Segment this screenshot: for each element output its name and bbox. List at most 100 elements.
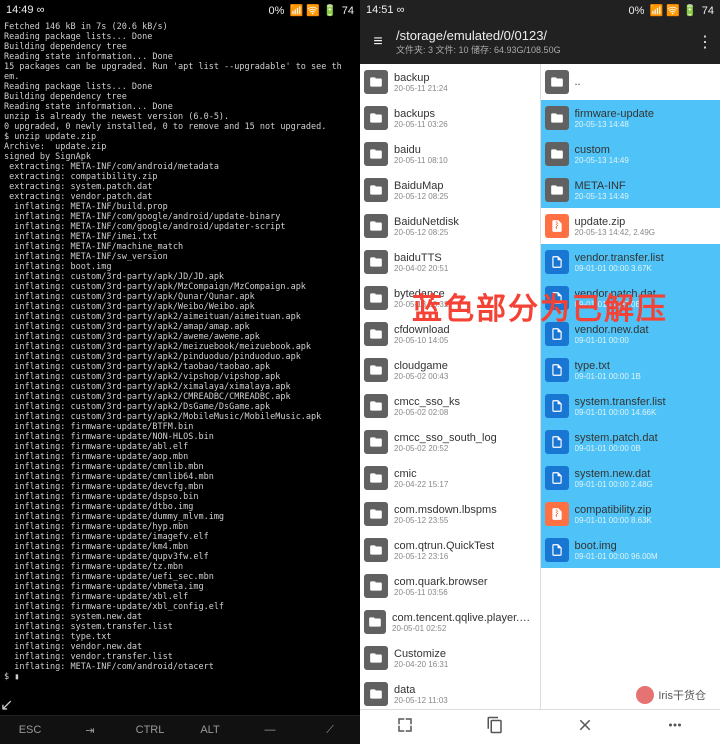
list-item[interactable]: com.tencent.qqlive.player.meizu20-05-01 …	[360, 604, 540, 640]
list-item[interactable]: system.transfer.list09-01-01 00:00 14.66…	[541, 388, 720, 424]
item-meta: 09-01-01 00:00	[575, 336, 649, 345]
item-meta: 20-05-13 14:49	[575, 192, 629, 201]
file-list-left[interactable]: backup20-05-11 21:24backups20-05-11 03:2…	[360, 64, 541, 709]
hamburger-icon[interactable]: ≡	[366, 33, 390, 51]
status-time: 14:49	[6, 4, 34, 16]
folder-icon	[545, 178, 569, 202]
item-meta: 20-05-12 23:55	[394, 516, 497, 525]
list-item[interactable]: baidu20-05-11 08:10	[360, 136, 540, 172]
list-item[interactable]: system.new.dat09-01-01 00:00 2.48G	[541, 460, 720, 496]
key-slash[interactable]: ⟋	[300, 724, 360, 737]
extra-keys-bar: ESC ⇥ CTRL ALT — ⟋	[0, 715, 360, 744]
list-item[interactable]: cmcc_sso_ks20-05-02 02:08	[360, 388, 540, 424]
list-item[interactable]: vendor.new.dat09-01-01 00:00	[541, 316, 720, 352]
list-item[interactable]: ..	[541, 64, 720, 100]
folder-icon	[364, 394, 388, 418]
item-name: system.transfer.list	[575, 396, 666, 408]
item-name: backups	[394, 108, 448, 120]
key-alt[interactable]: ALT	[180, 724, 240, 736]
key-ctrl[interactable]: CTRL	[120, 724, 180, 736]
list-item[interactable]: data20-05-12 11:03	[360, 676, 540, 709]
list-item[interactable]: system.patch.dat09-01-01 00:00 0B	[541, 424, 720, 460]
list-item[interactable]: com.qtrun.QuickTest20-05-12 23:16	[360, 532, 540, 568]
key-esc[interactable]: ESC	[0, 724, 60, 736]
list-item[interactable]: boot.img09-01-01 00:00 96.00M	[541, 532, 720, 568]
overflow-icon[interactable]: ⋮	[696, 32, 714, 52]
item-meta: 20-05-02 20:52	[394, 444, 497, 453]
folder-icon	[364, 502, 388, 526]
terminal-screen: 14:49 ∞ 0% 📶 🛜 🔋 74 Fetched 146 kB in 7s…	[0, 0, 360, 744]
item-name: baidu	[394, 144, 448, 156]
item-name: ..	[575, 76, 581, 88]
status-time: 14:51	[366, 4, 394, 16]
item-name: firmware-update	[575, 108, 654, 120]
item-name: backup	[394, 72, 448, 84]
list-item[interactable]: vendor.transfer.list09-01-01 00:00 3.67K	[541, 244, 720, 280]
item-meta: 09-01-01 00:00 1B	[575, 372, 641, 381]
item-meta: 20-05-13 14:42, 2.49G	[575, 228, 656, 237]
list-item[interactable]: cfdownload20-05-10 14:05	[360, 316, 540, 352]
list-item[interactable]: META-INF20-05-13 14:49	[541, 172, 720, 208]
more-icon[interactable]	[666, 716, 684, 739]
terminal-output[interactable]: Fetched 146 kB in 7s (20.6 kB/s) Reading…	[0, 20, 360, 695]
list-item[interactable]: vendor.patch.dat09-01-01 00:00 0B	[541, 280, 720, 316]
annotation-arrow: ↙	[0, 695, 360, 715]
item-meta: 20-05-10 14:05	[394, 336, 450, 345]
file-manager-screen: 14:51 ∞ 0% 📶 🛜 🔋 74 ≡ /storage/emulated/…	[360, 0, 720, 744]
item-meta: 20-05-13 03:32	[394, 300, 448, 309]
item-name: type.txt	[575, 360, 641, 372]
list-item[interactable]: Customize20-04-20 16:31	[360, 640, 540, 676]
list-item[interactable]: cmic20-04-22 15:17	[360, 460, 540, 496]
list-item[interactable]: backup20-05-11 21:24	[360, 64, 540, 100]
list-item[interactable]: BaiduNetdisk20-05-12 08:25	[360, 208, 540, 244]
folder-icon	[545, 106, 569, 130]
folder-icon	[364, 538, 388, 562]
current-path[interactable]: /storage/emulated/0/0123/	[396, 28, 696, 43]
list-item[interactable]: cloudgame20-05-02 00:43	[360, 352, 540, 388]
status-bar-left: 14:49 ∞ 0% 📶 🛜 🔋 74	[0, 0, 360, 20]
battery-pct: 74	[342, 5, 354, 17]
status-bar-right: 14:51 ∞ 0% 📶 🛜 🔋 74	[360, 0, 720, 20]
list-item[interactable]: com.msdown.lbspms20-05-12 23:55	[360, 496, 540, 532]
delete-icon[interactable]	[576, 716, 594, 739]
bottom-toolbar	[360, 709, 720, 744]
list-item[interactable]: backups20-05-11 03:26	[360, 100, 540, 136]
item-meta: 09-01-01 00:00 0B	[575, 444, 658, 453]
list-item[interactable]: compatibility.zip09-01-01 00:00 8.63K	[541, 496, 720, 532]
folder-icon	[364, 682, 388, 706]
item-meta: 09-01-01 00:00 8.63K	[575, 516, 652, 525]
copy-icon[interactable]	[486, 716, 504, 739]
item-name: BaiduMap	[394, 180, 448, 192]
select-all-icon[interactable]	[396, 716, 414, 739]
item-meta: 20-05-02 00:43	[394, 372, 448, 381]
list-item[interactable]: update.zip20-05-13 14:42, 2.49G	[541, 208, 720, 244]
item-meta: 20-05-12 08:25	[394, 192, 448, 201]
key-tab[interactable]: ⇥	[60, 724, 120, 737]
file-icon	[545, 322, 569, 346]
list-item[interactable]: firmware-update20-05-13 14:48	[541, 100, 720, 136]
file-manager-toolbar: ≡ /storage/emulated/0/0123/ 文件夹: 3 文件: 1…	[360, 20, 720, 64]
item-name: cmic	[394, 468, 448, 480]
file-icon	[545, 430, 569, 454]
item-name: compatibility.zip	[575, 504, 652, 516]
item-name: BaiduNetdisk	[394, 216, 459, 228]
list-item[interactable]: baiduTTS20-04-02 20:51	[360, 244, 540, 280]
item-name: com.msdown.lbspms	[394, 504, 497, 516]
list-item[interactable]: com.quark.browser20-05-11 03:56	[360, 568, 540, 604]
item-meta: 20-05-13 14:48	[575, 120, 654, 129]
item-meta: 20-05-01 02:52	[392, 624, 536, 633]
list-item[interactable]: custom20-05-13 14:49	[541, 136, 720, 172]
file-list-right[interactable]: ..firmware-update20-05-13 14:48custom20-…	[541, 64, 720, 709]
status-icons: 📶 🛜 🔋	[649, 5, 696, 17]
list-item[interactable]: cmcc_sso_south_log20-05-02 20:52	[360, 424, 540, 460]
folder-icon	[364, 214, 388, 238]
item-name: cfdownload	[394, 324, 450, 336]
item-name: vendor.transfer.list	[575, 252, 664, 264]
item-name: com.qtrun.QuickTest	[394, 540, 494, 552]
list-item[interactable]: bytedance20-05-13 03:32	[360, 280, 540, 316]
key-dash[interactable]: —	[240, 724, 300, 736]
item-name: cloudgame	[394, 360, 448, 372]
list-item[interactable]: type.txt09-01-01 00:00 1B	[541, 352, 720, 388]
folder-icon	[364, 286, 388, 310]
list-item[interactable]: BaiduMap20-05-12 08:25	[360, 172, 540, 208]
